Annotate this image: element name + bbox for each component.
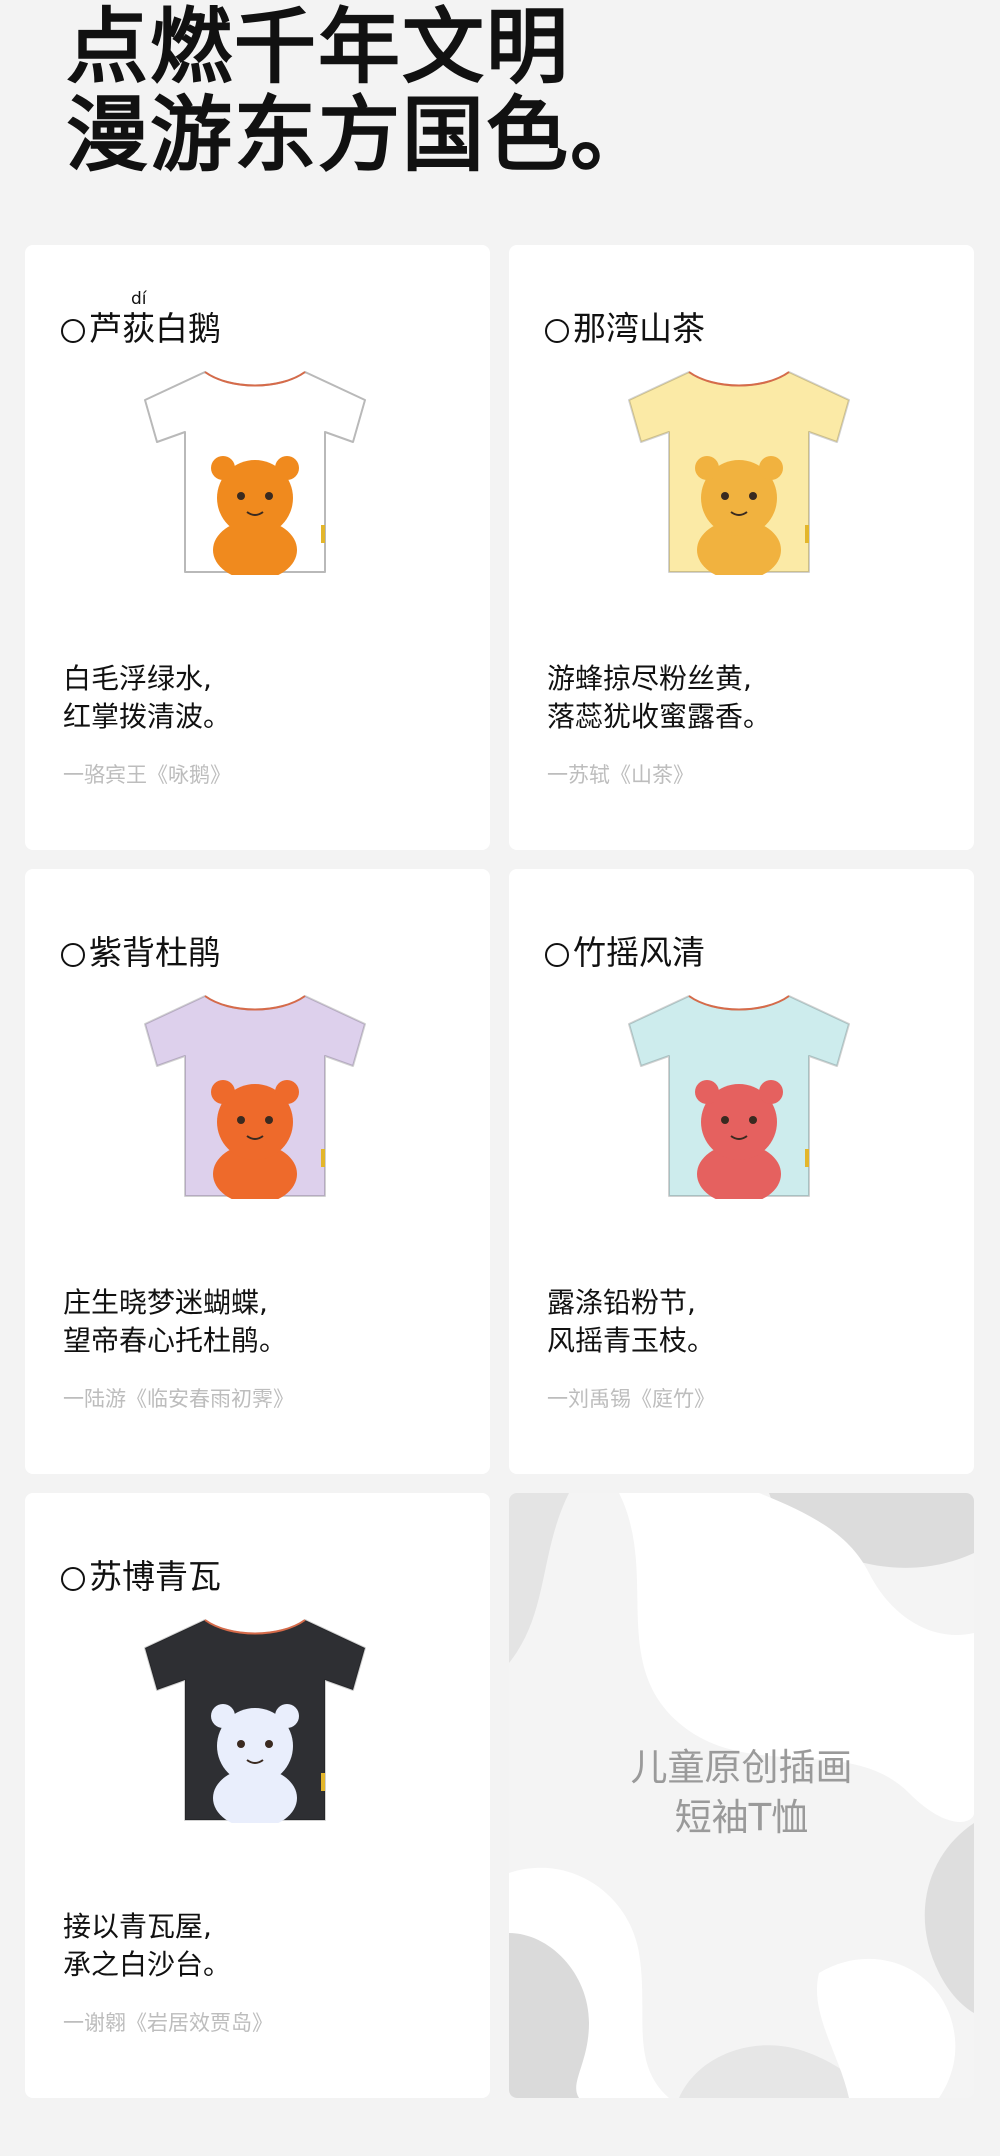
promo-card: 儿童原创插画 短袖T恤 xyxy=(509,1493,974,2098)
poem-line-2: 承之白沙台。 xyxy=(63,1948,232,1981)
poem: 接以青瓦屋, 承之白沙台。 xyxy=(63,1908,231,1984)
card-title-text: 竹摇风清 xyxy=(573,933,705,972)
card-title: 竹摇风清 xyxy=(545,933,705,973)
t-shirt-image xyxy=(144,1619,366,1823)
poem-line-2: 落蕊犹收蜜露香。 xyxy=(547,700,772,733)
card-title-text: 芦荻白鹅 xyxy=(89,309,221,348)
card-title-text: 那湾山茶 xyxy=(573,309,705,348)
promo-line-2: 短袖T恤 xyxy=(674,1796,809,1839)
poem-attribution: 一陆游《临安春雨初霁》 xyxy=(63,1387,294,1411)
card-title: 紫背杜鹃 xyxy=(61,933,221,973)
product-card-4[interactable]: 竹摇风清 露涤铅粉节, 风摇青玉枝。 一刘禹锡《庭竹》 xyxy=(509,869,974,1474)
product-card-3[interactable]: 紫背杜鹃 庄生晓梦迷蝴蝶, 望帝春心托杜鹃。 一陆游《临安春雨初霁》 xyxy=(25,869,490,1474)
pinyin-annotation: dí xyxy=(131,289,147,309)
t-shirt-image xyxy=(144,995,366,1199)
t-shirt-image xyxy=(144,371,366,575)
poem-line-1: 庄生晓梦迷蝴蝶, xyxy=(63,1286,268,1319)
product-card-2[interactable]: 那湾山茶 游蜂掠尽粉丝黄, 落蕊犹收蜜露香。 一苏轼《山茶》 xyxy=(509,245,974,850)
poem: 庄生晓梦迷蝴蝶, 望帝春心托杜鹃。 xyxy=(63,1284,287,1360)
poem: 游蜂掠尽粉丝黄, 落蕊犹收蜜露香。 xyxy=(547,660,771,736)
promo-text: 儿童原创插画 短袖T恤 xyxy=(509,1743,974,1843)
circle-icon xyxy=(61,1567,85,1591)
poem: 白毛浮绿水, 红掌拨清波。 xyxy=(63,660,231,736)
circle-icon xyxy=(545,943,569,967)
page-headline: 点燃千年文明 漫游东方国色。 xyxy=(66,4,654,180)
card-title: 芦荻白鹅 xyxy=(61,309,221,349)
poem-attribution: 一苏轼《山茶》 xyxy=(547,763,694,787)
poem-attribution: 一刘禹锡《庭竹》 xyxy=(547,1387,715,1411)
product-card-5[interactable]: 苏博青瓦 接以青瓦屋, 承之白沙台。 一谢翱《岩居效贾岛》 xyxy=(25,1493,490,2098)
promo-line-1: 儿童原创插画 xyxy=(630,1746,853,1789)
circle-icon xyxy=(545,319,569,343)
poem: 露涤铅粉节, 风摇青玉枝。 xyxy=(547,1284,715,1360)
card-title-text: 紫背杜鹃 xyxy=(89,933,221,972)
poem-line-1: 白毛浮绿水, xyxy=(63,662,212,695)
t-shirt-image xyxy=(628,371,850,575)
poem-attribution: 一骆宾王《咏鹅》 xyxy=(63,763,231,787)
poem-line-2: 风摇青玉枝。 xyxy=(547,1324,716,1357)
poem-line-1: 游蜂掠尽粉丝黄, xyxy=(547,662,752,695)
headline-line-2: 漫游东方国色。 xyxy=(66,88,655,183)
headline-line-1: 点燃千年文明 xyxy=(66,0,571,95)
poem-line-2: 望帝春心托杜鹃。 xyxy=(63,1324,288,1357)
poem-attribution: 一谢翱《岩居效贾岛》 xyxy=(63,2011,273,2035)
circle-icon xyxy=(61,943,85,967)
circle-icon xyxy=(61,319,85,343)
card-title: 那湾山茶 xyxy=(545,309,705,349)
card-title: 苏博青瓦 xyxy=(61,1557,221,1597)
card-title-text: 苏博青瓦 xyxy=(89,1557,221,1596)
poem-line-1: 接以青瓦屋, xyxy=(63,1910,212,1943)
poem-line-1: 露涤铅粉节, xyxy=(547,1286,696,1319)
product-card-1[interactable]: dí 芦荻白鹅 白毛浮绿水, 红掌拨清波。 一骆宾王《咏鹅》 xyxy=(25,245,490,850)
poem-line-2: 红掌拨清波。 xyxy=(63,700,232,733)
t-shirt-image xyxy=(628,995,850,1199)
